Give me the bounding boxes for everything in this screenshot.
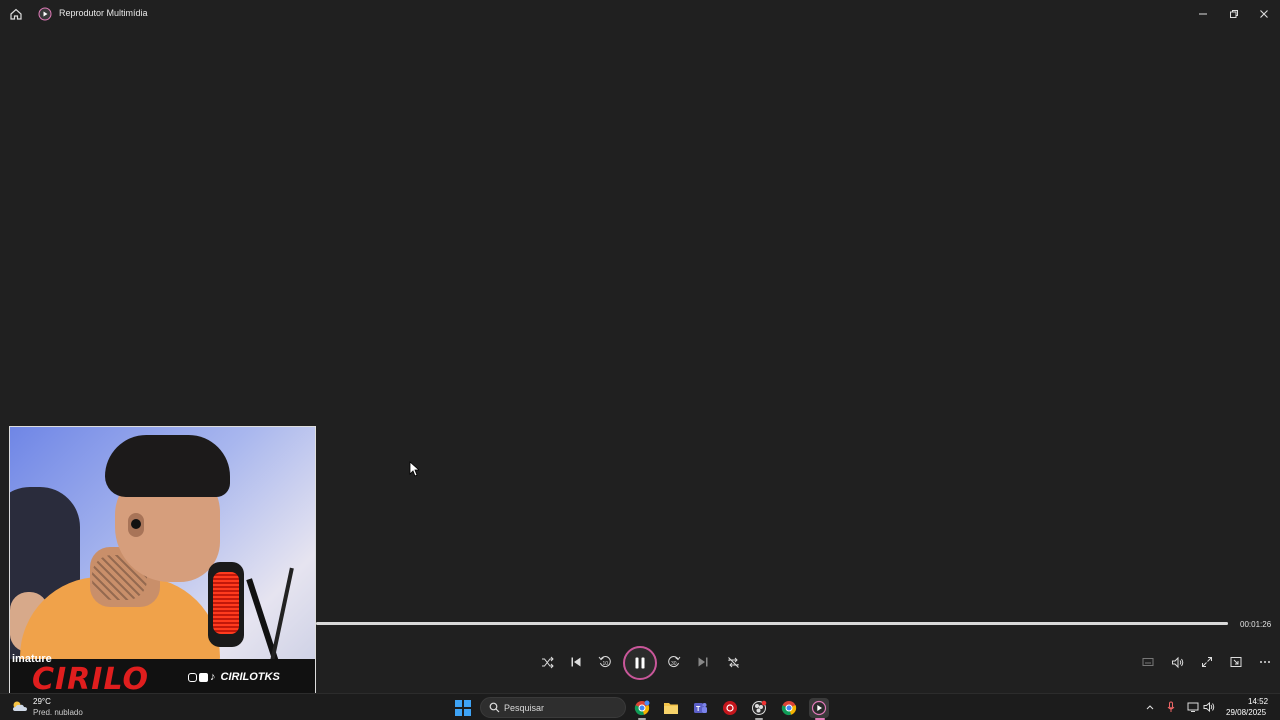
chrome-profile-icon[interactable] <box>633 699 651 717</box>
obs-icon[interactable] <box>750 699 768 717</box>
search-icon <box>489 702 500 713</box>
webcam-overlay: imature CIRILO ♪ CIRILOTKS <box>9 426 316 694</box>
instagram-icon <box>188 672 197 682</box>
start-button[interactable] <box>455 700 471 716</box>
more-icon <box>1260 661 1270 663</box>
title-bar: Reprodutor Multimídia <box>0 0 1280 28</box>
mini-player-button[interactable] <box>1227 653 1245 671</box>
previous-button[interactable] <box>567 653 585 671</box>
weather-temperature: 29°C <box>33 697 51 706</box>
windows-logo-tile <box>455 709 462 716</box>
svg-text:30: 30 <box>671 661 677 667</box>
pause-icon <box>635 657 645 669</box>
volume-icon <box>1171 656 1183 668</box>
show-hidden-icons-chevron-icon[interactable] <box>1143 700 1157 714</box>
media-player-window: Reprodutor Multimídia imature CIRILO ♪ C… <box>0 0 1280 720</box>
speaker-icon[interactable] <box>1202 700 1216 714</box>
microphone-icon[interactable] <box>1164 700 1178 714</box>
streamer-hair <box>105 435 230 497</box>
weather-description: Pred. nublado <box>33 708 83 717</box>
home-icon[interactable] <box>9 7 23 21</box>
media-player-taskbar-icon[interactable] <box>809 698 829 718</box>
youtube-icon <box>199 672 208 682</box>
elapsed-time: 00:01:26 <box>1240 620 1272 629</box>
shuffle-icon <box>541 656 554 668</box>
minimize-button[interactable] <box>1194 5 1212 23</box>
mouse-cursor-icon <box>409 461 421 482</box>
file-explorer-icon[interactable] <box>662 699 680 717</box>
red-app-icon[interactable] <box>721 699 739 717</box>
captions-icon <box>1142 658 1154 666</box>
microphone-light <box>213 572 239 634</box>
clock-date[interactable]: 29/08/2025 <box>1226 708 1266 717</box>
social-handle: CIRILOTKS <box>220 671 280 683</box>
repeat-button[interactable] <box>724 653 742 671</box>
restore-button[interactable] <box>1225 5 1243 23</box>
forward-30-button[interactable]: 30 <box>665 653 683 671</box>
next-button[interactable] <box>694 653 712 671</box>
svg-text:10: 10 <box>603 661 609 667</box>
weather-cloudy-icon[interactable] <box>11 699 29 713</box>
forward-30-icon: 30 <box>668 656 681 667</box>
fullscreen-icon <box>1202 657 1212 667</box>
channel-name: CIRILO <box>32 662 149 694</box>
shuffle-button[interactable] <box>538 653 556 671</box>
taskbar-search[interactable]: Pesquisar <box>480 697 626 718</box>
mini-player-icon <box>1230 657 1242 667</box>
fullscreen-button[interactable] <box>1198 653 1216 671</box>
clock-time[interactable]: 14:52 <box>1248 697 1268 706</box>
tiktok-icon: ♪ <box>210 671 216 683</box>
taskbar: 29°C Pred. nublado Pesquisar T 14:52 29/… <box>0 693 1280 720</box>
windows-logo-tile <box>464 709 471 716</box>
chrome-icon[interactable] <box>780 699 798 717</box>
seek-bar[interactable] <box>316 622 1228 625</box>
more-options-button[interactable] <box>1256 653 1274 671</box>
next-icon <box>698 657 708 667</box>
seek-bar-progress <box>316 622 1228 625</box>
streamer-banner: imature CIRILO ♪ CIRILOTKS <box>10 653 315 694</box>
previous-icon <box>571 657 581 667</box>
rewind-10-button[interactable]: 10 <box>596 653 614 671</box>
network-icon[interactable] <box>1186 700 1200 714</box>
earbud <box>131 519 141 529</box>
repeat-off-icon <box>727 656 739 668</box>
windows-logo-tile <box>455 700 462 707</box>
search-placeholder: Pesquisar <box>504 703 545 713</box>
windows-logo-tile <box>464 700 471 707</box>
close-button[interactable] <box>1255 5 1273 23</box>
media-player-app-icon <box>38 7 52 21</box>
captions-button[interactable] <box>1139 653 1157 671</box>
play-pause-button[interactable] <box>623 646 657 680</box>
volume-button[interactable] <box>1168 653 1186 671</box>
social-links: ♪ CIRILOTKS <box>188 667 280 687</box>
window-title: Reprodutor Multimídia <box>59 8 148 18</box>
rewind-10-icon: 10 <box>598 656 611 667</box>
teams-icon[interactable]: T <box>691 699 709 717</box>
svg-text:T: T <box>696 706 701 713</box>
